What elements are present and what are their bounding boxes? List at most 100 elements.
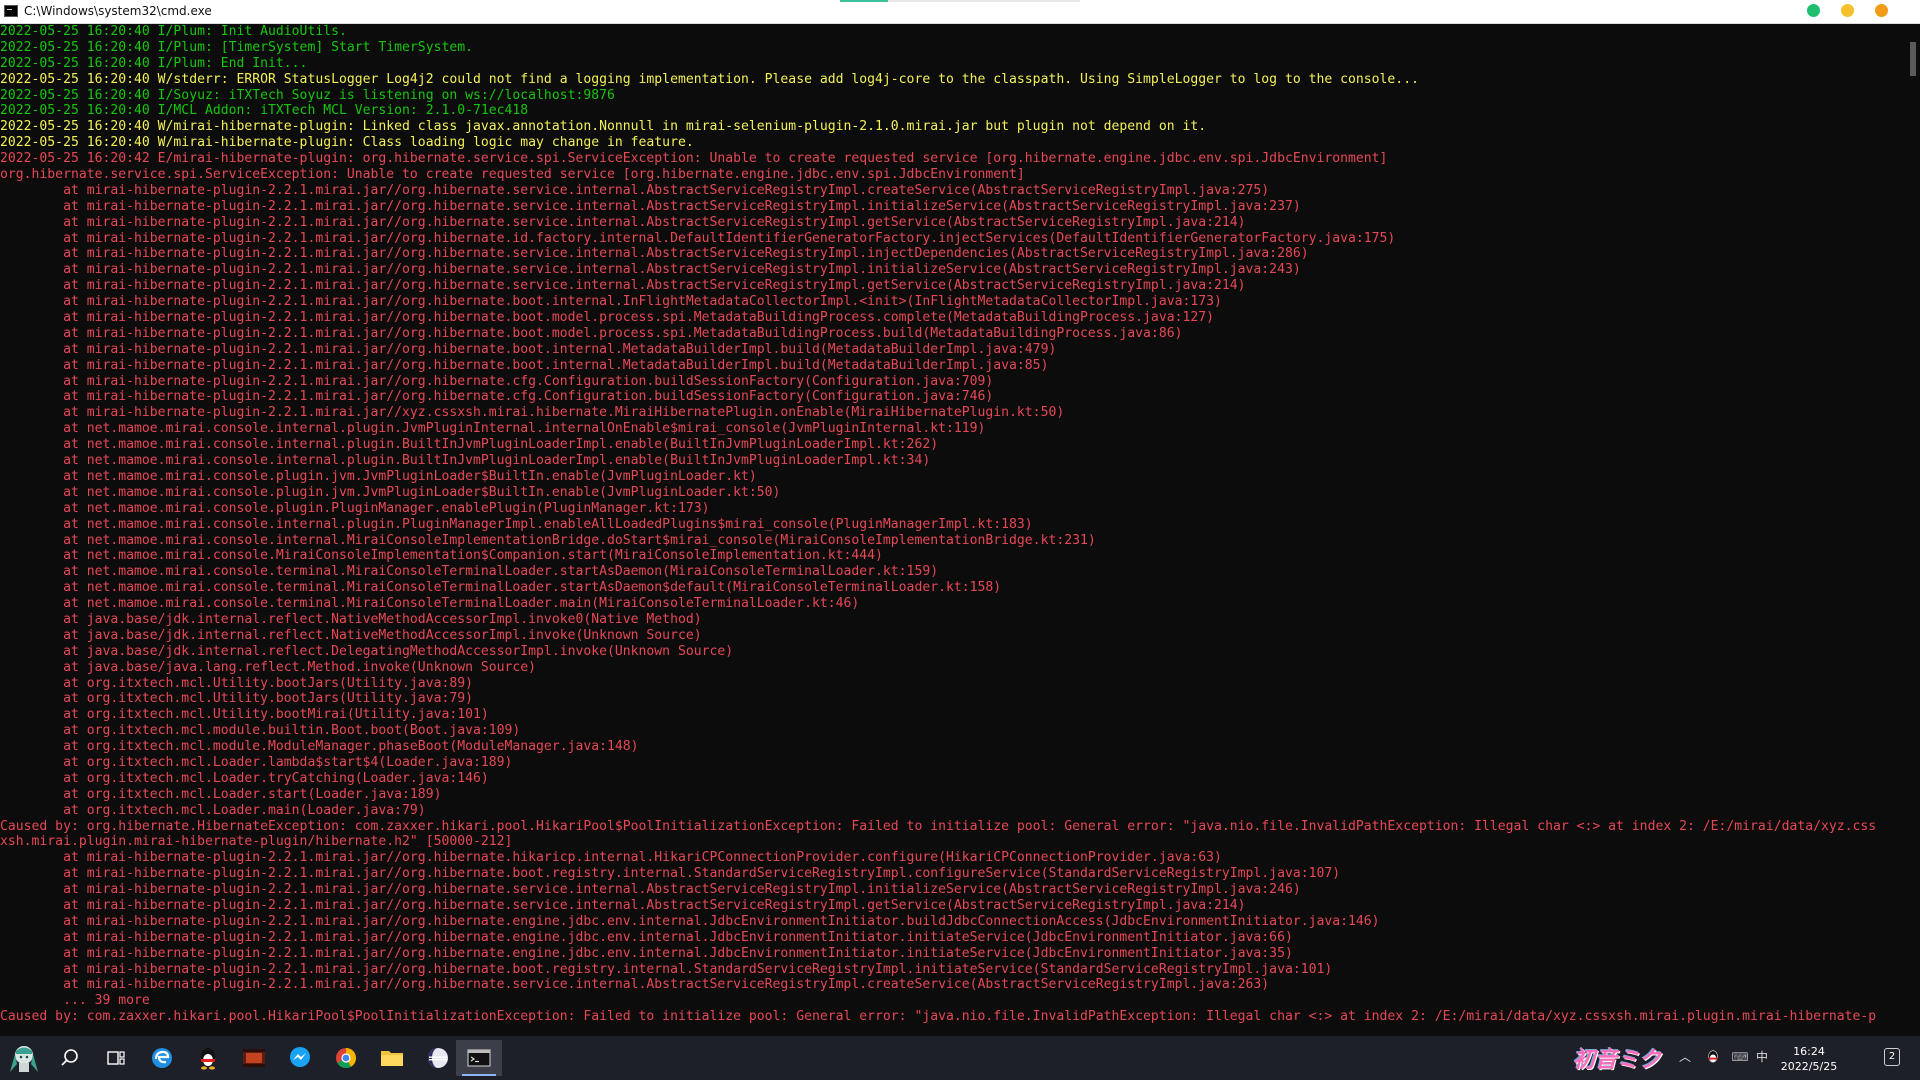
log-line: at net.mamoe.mirai.console.MiraiConsoleI… <box>0 548 883 564</box>
cmd-window-icon <box>4 5 18 17</box>
log-line: at mirai-hibernate-plugin-2.2.1.mirai.ja… <box>0 945 1293 961</box>
search-icon <box>61 1049 78 1066</box>
log-line: at net.mamoe.mirai.console.terminal.Mira… <box>0 580 1002 596</box>
log-line: org.hibernate.service.spi.ServiceExcepti… <box>0 167 1025 183</box>
log-line: at net.mamoe.mirai.console.plugin.jvm.Jv… <box>0 484 781 500</box>
log-line: 2022-05-25 16:20:40 I/Soyuz: iTXTech Soy… <box>0 87 615 103</box>
log-line: at mirai-hibernate-plugin-2.2.1.mirai.ja… <box>0 929 1293 945</box>
messenger-app[interactable] <box>280 1040 320 1076</box>
log-line: at mirai-hibernate-plugin-2.2.1.mirai.ja… <box>0 357 1049 373</box>
log-line: at net.mamoe.mirai.console.internal.Mira… <box>0 532 1096 548</box>
title-bar[interactable]: C:\Windows\system32\cmd.exe <box>0 0 1920 24</box>
log-line: at mirai-hibernate-plugin-2.2.1.mirai.ja… <box>0 246 1309 262</box>
maximize-button[interactable] <box>1807 4 1820 17</box>
vertical-scrollbar[interactable] <box>1906 24 1920 1036</box>
log-line: at net.mamoe.mirai.console.internal.plug… <box>0 453 931 469</box>
folder-icon <box>381 1051 403 1066</box>
mascot-icon <box>10 1046 38 1072</box>
log-line: 2022-05-25 16:20:40 W/mirai-hibernate-pl… <box>0 135 694 151</box>
log-line: at org.itxtech.mcl.Loader.lambda$start$4… <box>0 754 513 770</box>
log-line: at java.base/jdk.internal.reflect.Native… <box>0 611 702 627</box>
log-line: at mirai-hibernate-plugin-2.2.1.mirai.ja… <box>0 230 1396 246</box>
eclipse-app[interactable] <box>418 1040 458 1076</box>
log-line: at mirai-hibernate-plugin-2.2.1.mirai.ja… <box>0 405 1065 421</box>
log-line: at mirai-hibernate-plugin-2.2.1.mirai.ja… <box>0 389 994 405</box>
log-line: xsh.mirai.plugin.mirai-hibernate-plugin/… <box>0 834 513 850</box>
log-line: 2022-05-25 16:20:40 W/mirai-hibernate-pl… <box>0 119 1207 135</box>
log-line: ... 39 more <box>0 993 150 1009</box>
log-line: at mirai-hibernate-plugin-2.2.1.mirai.ja… <box>0 214 1246 230</box>
log-line: at net.mamoe.mirai.console.internal.plug… <box>0 437 939 453</box>
log-lines: 2022-05-25 16:20:40 I/Plum: Init AudioUt… <box>0 24 1906 1025</box>
tray-keyboard-icon[interactable]: ⌨ <box>1730 1048 1750 1066</box>
cmd-app[interactable] <box>456 1040 502 1076</box>
log-line: at org.itxtech.mcl.Loader.main(Loader.ja… <box>0 802 426 818</box>
eclipse-icon <box>428 1048 448 1068</box>
scrollbar-thumb[interactable] <box>1910 42 1916 76</box>
log-line: at mirai-hibernate-plugin-2.2.1.mirai.ja… <box>0 913 1380 929</box>
log-line: at mirai-hibernate-plugin-2.2.1.mirai.ja… <box>0 325 1183 341</box>
log-line: at java.base/jdk.internal.reflect.Native… <box>0 627 702 643</box>
log-line: at net.mamoe.mirai.console.terminal.Mira… <box>0 564 939 580</box>
log-line: 2022-05-25 16:20:42 E/mirai-hibernate-pl… <box>0 151 1388 167</box>
log-line: at org.itxtech.mcl.Loader.tryCatching(Lo… <box>0 770 489 786</box>
log-line: at java.base/jdk.internal.reflect.Delega… <box>0 643 734 659</box>
miku-brand-logo: 初音ミク <box>1572 1048 1661 1073</box>
file-explorer-app[interactable] <box>372 1040 412 1076</box>
log-line: 2022-05-25 16:20:40 I/Plum: End Init... <box>0 55 308 71</box>
log-line: at org.itxtech.mcl.module.ModuleManager.… <box>0 739 639 755</box>
log-line: at mirai-hibernate-plugin-2.2.1.mirai.ja… <box>0 373 994 389</box>
log-line: at mirai-hibernate-plugin-2.2.1.mirai.ja… <box>0 182 1270 198</box>
log-line: at java.base/java.lang.reflect.Method.in… <box>0 659 537 675</box>
qq-app[interactable] <box>188 1040 228 1076</box>
window-title: C:\Windows\system32\cmd.exe <box>24 4 212 18</box>
log-line: at mirai-hibernate-plugin-2.2.1.mirai.ja… <box>0 977 1270 993</box>
task-view-icon <box>107 1051 125 1065</box>
task-view-button[interactable] <box>96 1040 136 1076</box>
log-line: at mirai-hibernate-plugin-2.2.1.mirai.ja… <box>0 310 1214 326</box>
log-line: at mirai-hibernate-plugin-2.2.1.mirai.ja… <box>0 897 1246 913</box>
log-line: at mirai-hibernate-plugin-2.2.1.mirai.ja… <box>0 866 1341 882</box>
media-app[interactable] <box>234 1040 274 1076</box>
close-button[interactable] <box>1875 4 1888 17</box>
edge-icon <box>152 1048 172 1068</box>
log-line: 2022-05-25 16:20:40 W/stderr: ERROR Stat… <box>0 71 1419 87</box>
log-line: at org.itxtech.mcl.Utility.bootJars(Util… <box>0 691 473 707</box>
search-button[interactable] <box>50 1040 90 1076</box>
ime-indicator[interactable]: 中 <box>1754 1048 1770 1066</box>
messenger-icon <box>290 1047 310 1067</box>
console-output[interactable]: 2022-05-25 16:20:40 I/Plum: Init AudioUt… <box>0 24 1906 1036</box>
log-line: at net.mamoe.mirai.console.internal.plug… <box>0 516 1033 532</box>
log-line: Caused by: com.zaxxer.hikari.pool.Hikari… <box>0 1009 1877 1025</box>
log-line: at mirai-hibernate-plugin-2.2.1.mirai.ja… <box>0 341 1057 357</box>
log-line: at mirai-hibernate-plugin-2.2.1.mirai.ja… <box>0 198 1301 214</box>
terminal-icon <box>467 1049 491 1067</box>
system-clock[interactable]: 16:24 2022/5/25 <box>1780 1044 1838 1074</box>
clock-date: 2022/5/25 <box>1780 1060 1838 1073</box>
log-line: at mirai-hibernate-plugin-2.2.1.mirai.ja… <box>0 850 1222 866</box>
log-line: at mirai-hibernate-plugin-2.2.1.mirai.ja… <box>0 294 1222 310</box>
log-line: at org.itxtech.mcl.module.builtin.Boot.b… <box>0 723 521 739</box>
tray-qq-icon[interactable] <box>1704 1048 1722 1066</box>
chrome-app[interactable] <box>326 1040 366 1076</box>
chrome-icon <box>336 1048 357 1069</box>
tray-overflow-chevron-icon[interactable]: ︿ <box>1678 1048 1692 1066</box>
log-line: at org.itxtech.mcl.Utility.bootMirai(Uti… <box>0 707 489 723</box>
film-icon <box>243 1049 265 1067</box>
log-line: at net.mamoe.mirai.console.terminal.Mira… <box>0 596 860 612</box>
minimize-button[interactable] <box>1841 4 1854 17</box>
start-button[interactable] <box>4 1040 44 1076</box>
title-accent-bar <box>840 0 1080 2</box>
log-line: 2022-05-25 16:20:40 I/Plum: Init AudioUt… <box>0 24 347 39</box>
log-line: at net.mamoe.mirai.console.internal.plug… <box>0 421 986 437</box>
notification-center-button[interactable]: 2 <box>1884 1048 1900 1066</box>
log-line: at mirai-hibernate-plugin-2.2.1.mirai.ja… <box>0 262 1301 278</box>
edge-app[interactable] <box>142 1040 182 1076</box>
log-line: at mirai-hibernate-plugin-2.2.1.mirai.ja… <box>0 278 1246 294</box>
log-line: Caused by: org.hibernate.HibernateExcept… <box>0 818 1877 834</box>
log-line: at mirai-hibernate-plugin-2.2.1.mirai.ja… <box>0 882 1301 898</box>
log-line: at org.itxtech.mcl.Utility.bootJars(Util… <box>0 675 473 691</box>
penguin-icon <box>201 1048 215 1070</box>
log-line: 2022-05-25 16:20:40 I/Plum: [TimerSystem… <box>0 39 473 55</box>
clock-time: 16:24 <box>1793 1045 1825 1058</box>
